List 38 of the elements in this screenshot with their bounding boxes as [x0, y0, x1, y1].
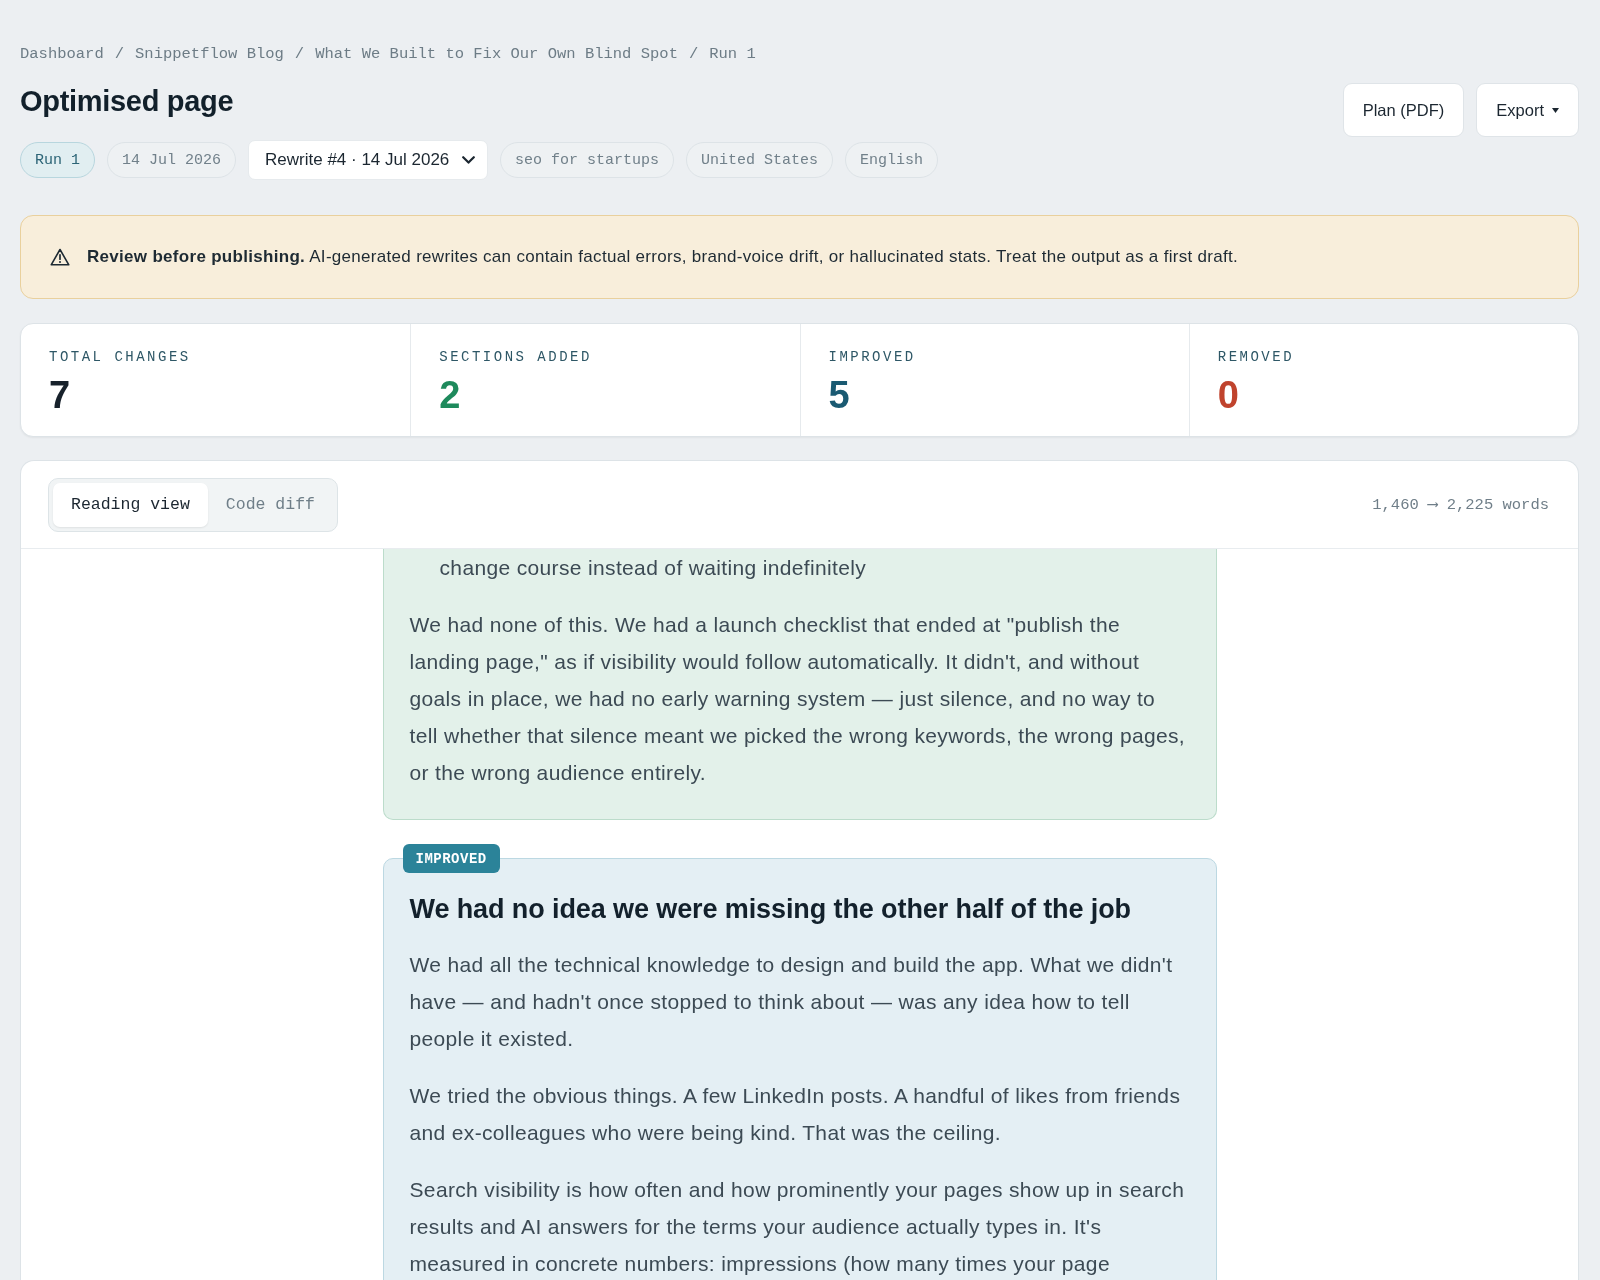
breadcrumb-link[interactable]: Dashboard: [20, 44, 104, 64]
meta-chip: 14 Jul 2026: [107, 142, 237, 178]
stat-label: IMPROVED: [828, 348, 916, 366]
stat-value: 5: [828, 374, 850, 416]
breadcrumb-separator: /: [688, 44, 699, 64]
breadcrumb-separator: /: [114, 44, 125, 64]
breadcrumb-separator: /: [294, 44, 305, 64]
chevron-down-icon: [462, 156, 476, 164]
section-heading: We had no idea we were missing the other half of the job: [409, 893, 1132, 926]
stat-value: 7: [49, 374, 71, 416]
stat-label: TOTAL CHANGES: [49, 348, 191, 366]
word-count: 1,460 ⟶ 2,225 words: [1372, 495, 1549, 514]
warning-text: Review before publishing. AI-generated rewrites can contain factual errors, brand-voice drift, or hallucinated stats. Treat the output as a first draft.: [87, 247, 1239, 267]
list-item-text: change course instead of waiting indefinitely: [438, 555, 868, 581]
stat-label: REMOVED: [1217, 348, 1295, 366]
caret-icon: [1552, 107, 1559, 113]
paragraph: We tried the obvious things. A few LinkedIn posts. A handful of likes from friends and ex-colleagues who were being kind. That was the ceiling.: [409, 1083, 1182, 1146]
paragraph: Search visibility is how often and how prominently your pages show up in search results and AI answers for the terms your audience actually types in. It's measured in concrete numbers: impressions (how many times your page: [409, 1177, 1186, 1277]
view-tab[interactable]: Reading view: [53, 482, 208, 527]
paragraph: We had all the technical knowledge to design and build the app. What we didn't have — and hadn't once stopped to think about — was any idea how to tell people it existed.: [409, 952, 1174, 1052]
meta-chip: United States: [686, 142, 834, 178]
breadcrumb-link[interactable]: What We Built to Fix Our Own Blind Spot: [315, 44, 678, 64]
plan-pdf-button[interactable]: Plan (PDF): [1342, 83, 1465, 137]
run-chip: Run 1: [20, 142, 95, 178]
view-tab[interactable]: Code diff: [207, 482, 333, 527]
stat-value: 2: [439, 374, 461, 416]
stat-value: 0: [1217, 374, 1239, 416]
meta-chip: seo for startups: [500, 142, 675, 178]
status-badge: IMPROVED: [402, 844, 500, 873]
breadcrumb-current: Run 1: [709, 44, 756, 64]
warning-icon: [50, 248, 70, 266]
meta-chip: English: [845, 142, 939, 178]
breadcrumb-link[interactable]: Snippetflow Blog: [135, 44, 284, 64]
paragraph: We had none of this. We had a launch checklist that ended at "publish the landing page," as if visibility would follow automatically. It didn't, and without goals in place, we had no early warning system — just silence, and no way to tell whether that silence meant we picked the wrong keywords, the wrong pages, or the wrong audience entirely.: [409, 612, 1187, 786]
export-button[interactable]: Export: [1476, 83, 1579, 137]
rewrite-select[interactable]: Rewrite #4 · 14 Jul 2026: [248, 140, 489, 180]
stat-label: SECTIONS ADDED: [439, 348, 592, 366]
page-title: Optimised page: [20, 84, 235, 119]
